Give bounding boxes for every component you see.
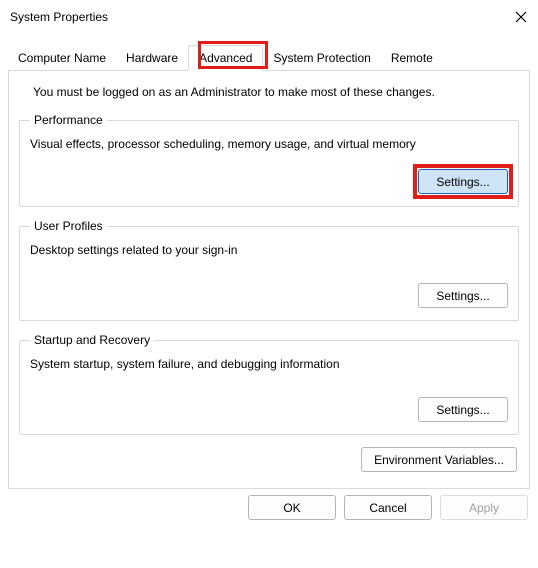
startup-recovery-settings-button[interactable]: Settings...	[418, 397, 508, 422]
user-profiles-group: User Profiles Desktop settings related t…	[19, 219, 519, 321]
close-icon	[514, 10, 528, 24]
tab-computer-name[interactable]: Computer Name	[8, 46, 116, 70]
environment-variables-button[interactable]: Environment Variables...	[361, 447, 517, 472]
apply-button[interactable]: Apply	[440, 495, 528, 520]
tab-system-protection[interactable]: System Protection	[263, 46, 380, 70]
startup-recovery-desc: System startup, system failure, and debu…	[30, 357, 508, 371]
user-profiles-desc: Desktop settings related to your sign-in	[30, 243, 508, 257]
performance-settings-button[interactable]: Settings...	[418, 169, 508, 194]
tab-advanced[interactable]: Advanced	[188, 45, 263, 71]
tab-hardware[interactable]: Hardware	[116, 46, 188, 70]
user-profiles-legend: User Profiles	[30, 219, 107, 233]
window-title: System Properties	[10, 10, 108, 24]
titlebar: System Properties	[0, 0, 538, 34]
performance-legend: Performance	[30, 113, 107, 127]
dialog-button-row: OK Cancel Apply	[0, 495, 528, 520]
admin-note: You must be logged on as an Administrato…	[33, 85, 519, 99]
startup-recovery-group: Startup and Recovery System startup, sys…	[19, 333, 519, 435]
user-profiles-settings-button[interactable]: Settings...	[418, 283, 508, 308]
tab-remote[interactable]: Remote	[381, 46, 443, 70]
tab-strip: Computer Name Hardware Advanced System P…	[8, 44, 530, 70]
cancel-button[interactable]: Cancel	[344, 495, 432, 520]
performance-desc: Visual effects, processor scheduling, me…	[30, 137, 508, 151]
ok-button[interactable]: OK	[248, 495, 336, 520]
startup-recovery-legend: Startup and Recovery	[30, 333, 154, 347]
advanced-tab-panel: You must be logged on as an Administrato…	[8, 70, 530, 489]
close-button[interactable]	[512, 8, 530, 26]
highlight-performance-settings: Settings...	[418, 169, 508, 194]
performance-group: Performance Visual effects, processor sc…	[19, 113, 519, 207]
